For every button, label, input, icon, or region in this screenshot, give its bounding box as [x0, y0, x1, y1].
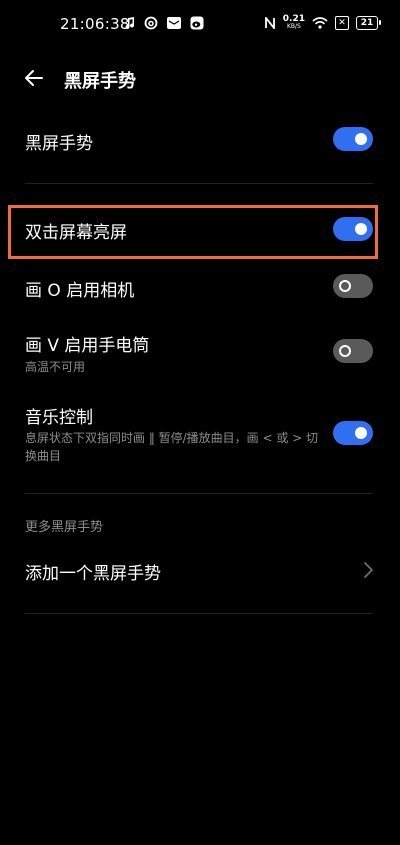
- music-note-icon: [125, 17, 135, 30]
- draw-o-toggle[interactable]: [333, 274, 373, 298]
- status-bar: 21:06:38 0.21 KB/S ✕ 21: [0, 0, 400, 50]
- netease-music-icon: [144, 16, 158, 30]
- toggle-knob: [355, 133, 367, 145]
- no-sim-icon: ✕: [335, 16, 349, 30]
- mail-icon: [167, 17, 181, 29]
- notification-icons: [124, 16, 204, 30]
- battery-level: 21: [360, 18, 374, 28]
- section-title: 更多黑屏手势: [25, 520, 104, 535]
- music-toggle[interactable]: [333, 421, 373, 445]
- divider: [25, 493, 373, 494]
- weibo-icon: [190, 16, 204, 30]
- status-right: 0.21 KB/S ✕ 21: [264, 15, 381, 31]
- battery-icon: 21: [356, 16, 381, 30]
- divider: [25, 613, 373, 614]
- screen: 21:06:38 0.21 KB/S ✕ 21 黑屏手势 黑屏手势 双击屏幕亮屏…: [0, 0, 400, 845]
- setting-label: 画 V 启用手电筒: [25, 336, 150, 356]
- net-speed-unit: KB/S: [286, 23, 301, 30]
- status-time: 21:06:38: [60, 15, 130, 33]
- page-title: 黑屏手势: [64, 71, 136, 92]
- toggle-knob: [355, 427, 367, 439]
- setting-label: 黑屏手势: [25, 134, 93, 154]
- setting-row-draw-v[interactable]: 画 V 启用手电筒 高温不可用: [0, 322, 400, 378]
- header: 黑屏手势: [0, 58, 400, 98]
- setting-label: 音乐控制: [25, 408, 93, 428]
- setting-sub: 息屏状态下双指同时画 ‖ 暂停/播放曲目，画 < 或 > 切换曲目: [25, 431, 319, 463]
- net-speed: 0.21 KB/S: [283, 15, 305, 31]
- setting-row-draw-o[interactable]: 画 O 启用相机: [0, 266, 400, 310]
- master-toggle[interactable]: [333, 127, 373, 151]
- toggle-knob: [339, 345, 351, 357]
- setting-label: 画 O 启用相机: [25, 281, 135, 301]
- wifi-icon: [312, 17, 328, 29]
- nfc-icon: [264, 17, 275, 29]
- divider: [25, 183, 373, 184]
- toggle-knob: [339, 280, 351, 292]
- add-gesture-row[interactable]: 添加一个黑屏手势: [0, 548, 400, 592]
- setting-sub: 高温不可用: [25, 360, 86, 374]
- setting-row-music[interactable]: 音乐控制 息屏状态下双指同时画 ‖ 暂停/播放曲目，画 < 或 > 切换曲目: [0, 394, 400, 470]
- draw-v-toggle[interactable]: [333, 339, 373, 363]
- net-speed-value: 0.21: [282, 14, 305, 24]
- chevron-right-icon: [364, 562, 373, 578]
- back-button[interactable]: [20, 64, 48, 92]
- setting-row-master[interactable]: 黑屏手势: [0, 118, 400, 162]
- highlight-box: [8, 205, 378, 259]
- add-gesture-label: 添加一个黑屏手势: [25, 564, 161, 584]
